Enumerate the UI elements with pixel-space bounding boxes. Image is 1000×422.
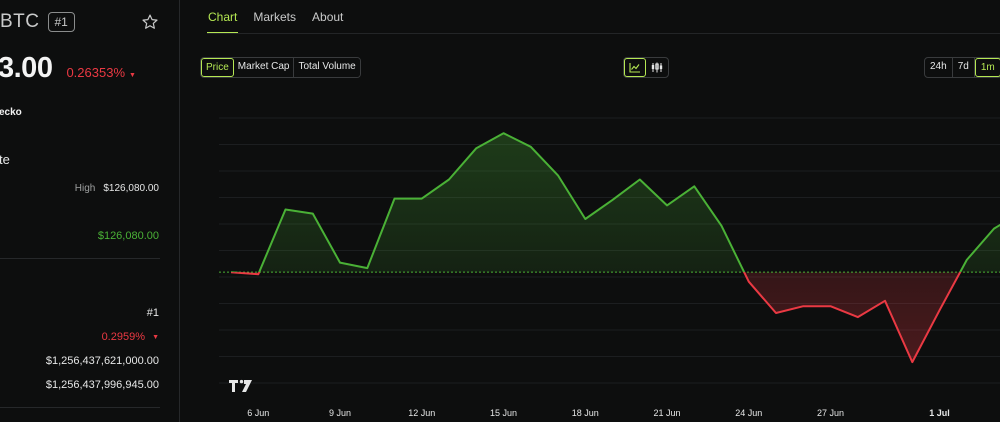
chart-type-selector bbox=[623, 57, 669, 78]
rank-badge: #1 bbox=[47, 12, 75, 32]
fully-diluted-value: $1,256,437,996,945.00 bbox=[45, 379, 159, 391]
coin-info-panel: BTC #1 3.00 0.26353% ▼ ecko te High $126… bbox=[0, 0, 180, 422]
market-cap-metric-button[interactable]: Market Cap bbox=[233, 58, 295, 77]
tab-chart[interactable]: Chart bbox=[207, 10, 239, 34]
down-triangle-icon: ▼ bbox=[129, 72, 136, 79]
price-change-24h: 0.26353% bbox=[66, 65, 126, 80]
range-24h-button[interactable]: 24h bbox=[925, 58, 953, 77]
x-tick-label: 9 Jun bbox=[329, 408, 351, 418]
market-cap-rank: #1 bbox=[146, 307, 159, 319]
market-cap-change-value: 0.2959% bbox=[101, 331, 145, 343]
high-label: High bbox=[74, 183, 96, 194]
x-tick-label: 24 Jun bbox=[735, 408, 762, 418]
x-tick-label: 6 Jun bbox=[247, 408, 269, 418]
metric-selector: Price Market Cap Total Volume bbox=[200, 57, 361, 78]
current-price: 3.00 bbox=[0, 52, 53, 84]
range-1m-button[interactable]: 1m bbox=[974, 58, 1000, 77]
x-axis-labels: 6 Jun 9 Jun 12 Jun 15 Jun 18 Jun 21 Jun 24 Jun… bbox=[247, 408, 950, 418]
coin-symbol: BTC bbox=[0, 11, 40, 32]
tab-markets[interactable]: Markets bbox=[252, 10, 297, 24]
range-7d-button[interactable]: 7d bbox=[953, 58, 975, 77]
area-above-baseline bbox=[259, 133, 1000, 273]
time-range-selector: 24h 7d 1m bbox=[924, 57, 1000, 78]
divider bbox=[0, 258, 160, 259]
x-tick-label: 18 Jun bbox=[572, 408, 599, 418]
price-metric-button[interactable]: Price bbox=[201, 58, 234, 77]
down-triangle-icon: ▼ bbox=[152, 333, 159, 341]
tradingview-logo-icon bbox=[229, 379, 252, 392]
tab-about[interactable]: About bbox=[311, 10, 344, 24]
market-cap-change: 0.2959% ▼ bbox=[102, 331, 159, 343]
range-slider-value: $126,080.00 bbox=[97, 230, 159, 242]
x-tick-label: 27 Jun bbox=[817, 408, 844, 418]
x-tick-label: 15 Jun bbox=[490, 408, 517, 418]
divider bbox=[0, 407, 160, 408]
chart-panel: Chart Markets About Price Market Cap Tot… bbox=[181, 0, 1000, 422]
coin-header: BTC #1 bbox=[0, 11, 75, 33]
high-row: High $126,080.00 bbox=[75, 183, 159, 194]
market-cap-value: $1,256,437,621,000.00 bbox=[45, 355, 159, 367]
total-volume-metric-button[interactable]: Total Volume bbox=[294, 58, 360, 77]
section-label: te bbox=[0, 152, 10, 167]
x-tick-label: 1 Jul bbox=[929, 408, 950, 418]
x-tick-label: 12 Jun bbox=[408, 408, 435, 418]
x-tick-label: 21 Jun bbox=[653, 408, 680, 418]
watchlist-star-icon[interactable] bbox=[141, 13, 159, 31]
content-tabs: Chart Markets About bbox=[207, 0, 344, 34]
price-chart[interactable]: 6 Jun 9 Jun 12 Jun 15 Jun 18 Jun 21 Jun 24 Jun… bbox=[181, 90, 1000, 422]
candlestick-icon[interactable] bbox=[646, 58, 668, 77]
data-source-label: ecko bbox=[0, 107, 22, 118]
tab-underline-divider bbox=[207, 33, 1000, 34]
price-row: 3.00 0.26353% ▼ bbox=[0, 52, 136, 85]
chart-series bbox=[219, 132, 1000, 364]
high-value: $126,080.00 bbox=[103, 183, 159, 194]
line-chart-icon[interactable] bbox=[624, 58, 646, 77]
